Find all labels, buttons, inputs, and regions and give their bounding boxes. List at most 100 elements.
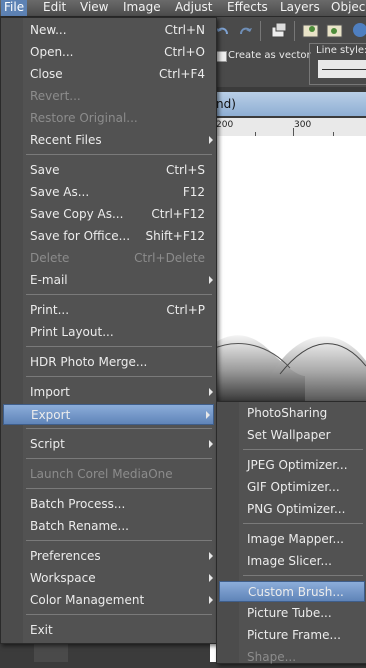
menu-separator bbox=[26, 294, 212, 295]
menu-item-label: Workspace bbox=[30, 571, 96, 585]
line-style-label: Line style: bbox=[316, 45, 366, 56]
menu-item-picture-tube[interactable]: Picture Tube... bbox=[217, 603, 366, 624]
menu-item-recent-files[interactable]: Recent Files bbox=[1, 130, 216, 151]
menu-item-label: GIF Optimizer... bbox=[247, 480, 340, 494]
menu-item-gif-optimizer[interactable]: GIF Optimizer... bbox=[217, 477, 366, 498]
menu-item-print-layout[interactable]: Print Layout... bbox=[1, 322, 216, 343]
horizontal-ruler bbox=[210, 118, 366, 137]
menu-item-label: Picture Tube... bbox=[247, 606, 332, 620]
menu-objects[interactable]: Objec bbox=[331, 0, 365, 16]
menu-item-label: JPEG Optimizer... bbox=[247, 458, 348, 472]
menu-item-shortcut: Ctrl+F12 bbox=[151, 207, 205, 221]
menu-file[interactable]: File bbox=[1, 0, 28, 16]
document-title: nd) bbox=[216, 97, 236, 111]
menu-item-new[interactable]: New... Ctrl+N bbox=[1, 20, 216, 41]
menu-item-open[interactable]: Open... Ctrl+O bbox=[1, 42, 216, 63]
menu-image[interactable]: Image bbox=[123, 0, 161, 16]
menu-item-set-wallpaper[interactable]: Set Wallpaper bbox=[217, 425, 366, 446]
menu-layers[interactable]: Layers bbox=[280, 0, 320, 16]
menu-item-label: Save for Office... bbox=[30, 229, 131, 243]
menu-item-label: Color Management bbox=[30, 593, 145, 607]
submenu-arrow-icon bbox=[209, 276, 213, 284]
menu-item-label: New... bbox=[30, 23, 67, 37]
line-style-preview bbox=[322, 69, 366, 70]
menu-item-label: Print Layout... bbox=[30, 325, 114, 339]
photo-icon[interactable] bbox=[302, 21, 320, 39]
menu-item-label: Print... bbox=[30, 303, 70, 317]
menu-item-print[interactable]: Print... Ctrl+P bbox=[1, 300, 216, 321]
menu-item-label: Import bbox=[30, 385, 70, 399]
menu-item-png-optimizer[interactable]: PNG Optimizer... bbox=[217, 499, 366, 520]
menu-separator bbox=[26, 154, 212, 155]
menu-item-label: Image Slicer... bbox=[247, 554, 332, 568]
submenu-arrow-icon bbox=[206, 411, 210, 419]
ruler-label: 300 bbox=[294, 120, 312, 130]
menu-view[interactable]: View bbox=[80, 0, 108, 16]
menu-item-save[interactable]: Save Ctrl+S bbox=[1, 160, 216, 181]
globe-icon[interactable] bbox=[350, 21, 366, 39]
menu-item-script[interactable]: Script bbox=[1, 434, 216, 455]
menu-item-label: Batch Rename... bbox=[30, 519, 129, 533]
menu-item-label: Restore Original... bbox=[30, 111, 138, 125]
menu-separator bbox=[243, 449, 363, 450]
menu-item-delete: Delete Ctrl+Delete bbox=[1, 248, 216, 269]
menu-separator bbox=[26, 428, 212, 429]
menu-item-revert: Revert... bbox=[1, 86, 216, 107]
menu-item-batch-process[interactable]: Batch Process... bbox=[1, 494, 216, 515]
menu-item-shortcut: Ctrl+P bbox=[166, 303, 205, 317]
menu-item-shortcut: Ctrl+N bbox=[164, 23, 205, 37]
menu-effects[interactable]: Effects bbox=[227, 0, 268, 16]
menu-item-label: Script bbox=[30, 437, 65, 451]
menu-item-label: Batch Process... bbox=[30, 497, 126, 511]
menu-item-label: HDR Photo Merge... bbox=[30, 355, 148, 369]
menu-item-color-management[interactable]: Color Management bbox=[1, 590, 216, 611]
menu-item-label: Delete bbox=[30, 251, 70, 265]
file-menu: New... Ctrl+N Open... Ctrl+O Close Ctrl+F4 Rev… bbox=[0, 17, 217, 644]
menu-item-jpeg-optimizer[interactable]: JPEG Optimizer... bbox=[217, 455, 366, 476]
menu-item-picture-frame[interactable]: Picture Frame... bbox=[217, 625, 366, 646]
menu-item-image-slicer[interactable]: Image Slicer... bbox=[217, 551, 366, 572]
menu-item-label: Preferences bbox=[30, 549, 101, 563]
photo-share-icon[interactable] bbox=[326, 21, 344, 39]
menu-item-label: Image Mapper... bbox=[247, 532, 344, 546]
menu-adjust[interactable]: Adjust bbox=[175, 0, 213, 16]
menu-item-workspace[interactable]: Workspace bbox=[1, 568, 216, 589]
create-as-vector-checkbox[interactable] bbox=[216, 51, 227, 62]
menu-item-e-mail[interactable]: E-mail bbox=[1, 270, 216, 291]
ruler-tick bbox=[293, 128, 294, 136]
menu-item-label: Custom Brush... bbox=[248, 585, 344, 599]
menu-item-custom-brush[interactable]: Custom Brush... bbox=[219, 581, 365, 602]
menu-item-hdr-photo-merge[interactable]: HDR Photo Merge... bbox=[1, 352, 216, 373]
menu-edit[interactable]: Edit bbox=[43, 0, 66, 16]
menu-item-restore-original: Restore Original... bbox=[1, 108, 216, 129]
menu-item-photosharing[interactable]: PhotoSharing bbox=[217, 403, 366, 424]
submenu-arrow-icon bbox=[209, 388, 213, 396]
menu-item-import[interactable]: Import bbox=[1, 382, 216, 403]
menu-item-label: Save bbox=[30, 163, 60, 177]
menu-item-label: Close bbox=[30, 67, 63, 81]
menu-item-batch-rename[interactable]: Batch Rename... bbox=[1, 516, 216, 537]
menu-item-shortcut: Ctrl+Delete bbox=[134, 251, 205, 265]
menu-item-image-mapper[interactable]: Image Mapper... bbox=[217, 529, 366, 550]
menu-item-preferences[interactable]: Preferences bbox=[1, 546, 216, 567]
redo-icon[interactable] bbox=[236, 22, 254, 40]
document-title-bar[interactable]: nd) bbox=[210, 92, 366, 116]
submenu-arrow-icon bbox=[209, 596, 213, 604]
layer-icon[interactable] bbox=[270, 21, 288, 39]
menu-item-label: PNG Optimizer... bbox=[247, 502, 346, 516]
menu-item-shortcut: Ctrl+S bbox=[165, 163, 205, 177]
menu-item-close[interactable]: Close Ctrl+F4 bbox=[1, 64, 216, 85]
menu-item-label: Picture Frame... bbox=[247, 628, 341, 642]
submenu-arrow-icon bbox=[209, 552, 213, 560]
toolbar-divider bbox=[294, 21, 295, 41]
menu-separator bbox=[26, 614, 212, 615]
export-submenu: PhotoSharing Set Wallpaper JPEG Optimizer.… bbox=[216, 401, 366, 664]
menu-item-save-for-office[interactable]: Save for Office... Shift+F12 bbox=[1, 226, 216, 247]
menu-item-exit[interactable]: Exit bbox=[1, 620, 216, 641]
menu-item-save-as[interactable]: Save As... F12 bbox=[1, 182, 216, 203]
menu-item-export[interactable]: Export bbox=[3, 404, 214, 425]
menu-item-shortcut: F12 bbox=[182, 185, 205, 199]
toolbar-divider bbox=[260, 21, 261, 41]
menu-item-label: Export bbox=[31, 408, 71, 422]
menu-item-save-copy-as[interactable]: Save Copy As... Ctrl+F12 bbox=[1, 204, 216, 225]
